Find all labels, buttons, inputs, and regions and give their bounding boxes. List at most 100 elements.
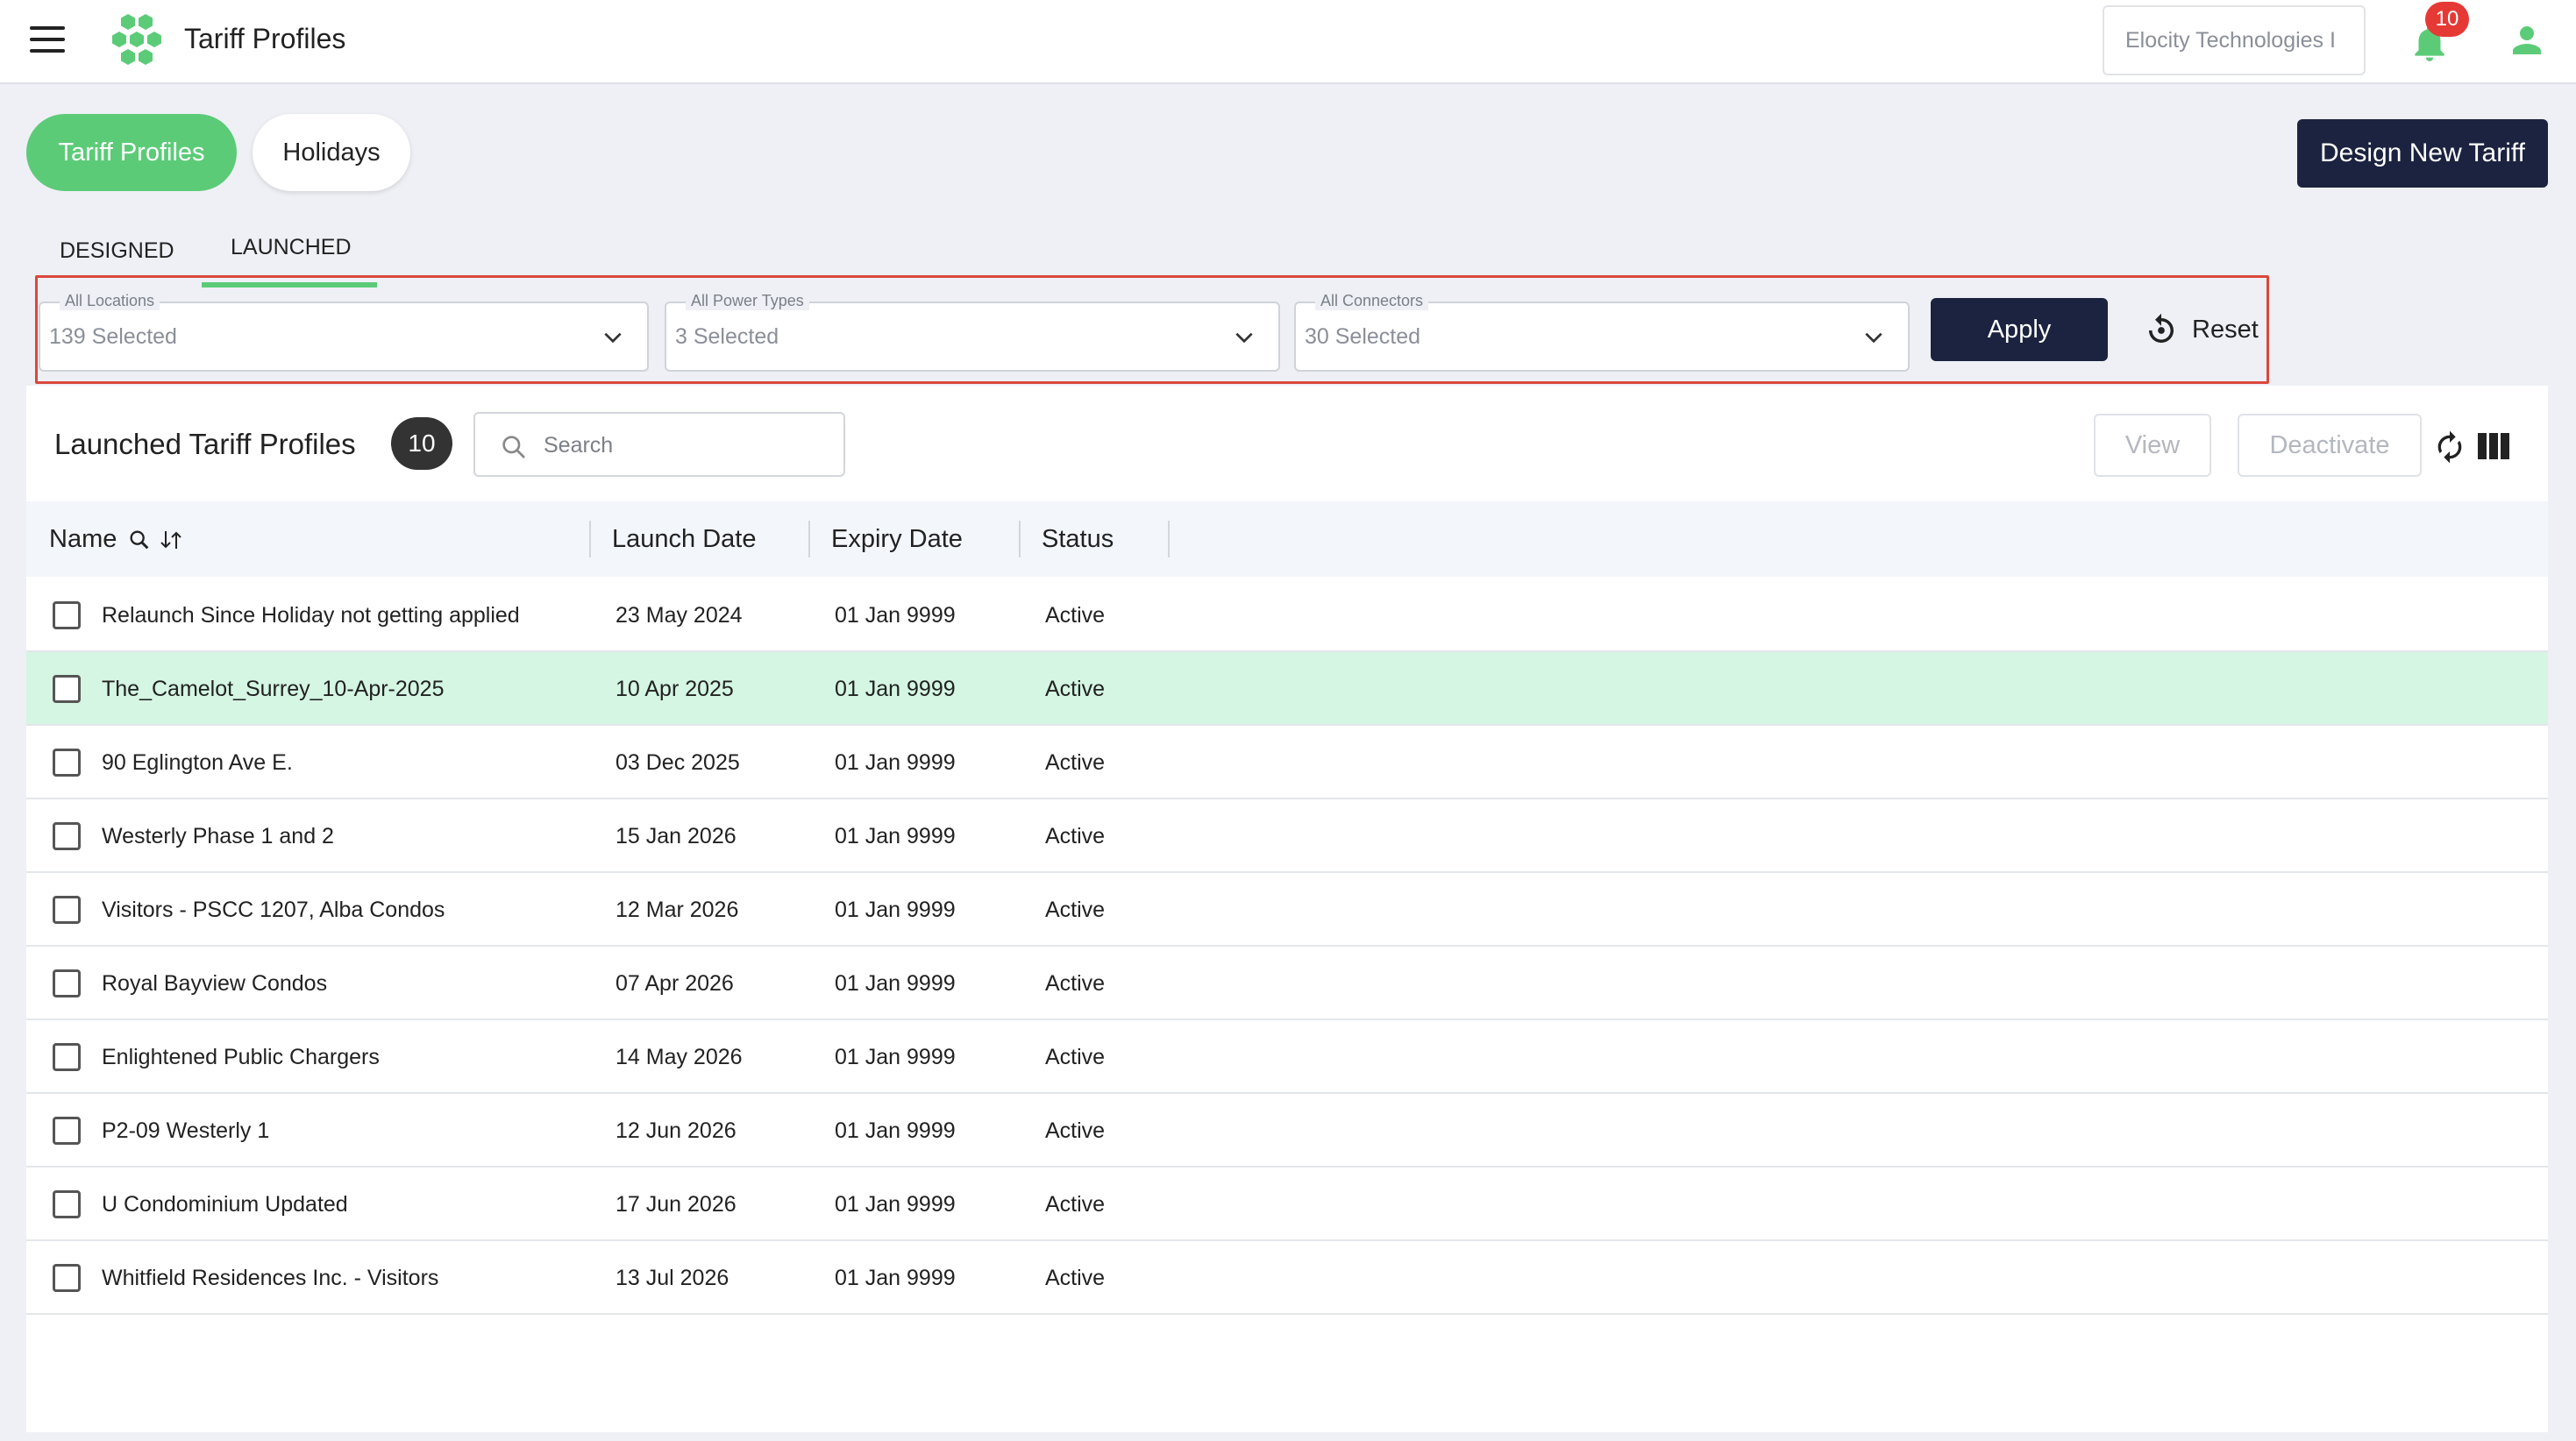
tab-holidays[interactable]: Holidays [253,114,410,191]
reset-label: Reset [2192,316,2259,344]
chevron-down-icon [1865,332,1882,344]
row-expiry-date: 01 Jan 9999 [835,1192,956,1217]
reset-icon [2149,313,2174,343]
row-expiry-date: 01 Jan 9999 [835,750,956,775]
row-launch-date: 03 Dec 2025 [616,750,740,775]
search-box[interactable] [473,412,845,477]
list-title: Launched Tariff Profiles [54,428,356,460]
row-checkbox[interactable] [53,749,81,777]
app-title: Tariff Profiles [184,23,346,54]
row-status: Active [1045,824,1106,848]
row-status: Active [1045,1045,1106,1069]
row-launch-date: 14 May 2026 [616,1045,743,1069]
count-badge: 10 [391,417,452,470]
table-row[interactable]: Visitors - PSCC 1207, Alba Condos 12 Mar… [26,873,2548,947]
row-launch-date: 12 Mar 2026 [616,898,739,922]
row-checkbox[interactable] [53,896,81,924]
locations-label: All Locations [60,292,160,310]
column-header-status[interactable]: Status [1042,501,1114,577]
chevron-down-icon [1235,332,1253,344]
row-name: 90 Eglington Ave E. [102,750,293,775]
row-checkbox[interactable] [53,1117,81,1145]
row-status: Active [1045,750,1106,775]
view-button[interactable]: View [2094,414,2211,477]
row-checkbox[interactable] [53,1264,81,1292]
table-row[interactable]: Whitfield Residences Inc. - Visitors 13 … [26,1241,2548,1315]
row-name: The_Camelot_Surrey_10-Apr-2025 [102,677,445,701]
connectors-select[interactable]: All Connectors 30 Selected [1294,292,1910,372]
row-name: Relaunch Since Holiday not getting appli… [102,603,520,628]
row-expiry-date: 01 Jan 9999 [835,1045,956,1069]
sort-icon[interactable] [159,528,185,552]
subtab-designed[interactable]: DESIGNED [60,238,174,264]
user-icon[interactable] [2506,19,2548,61]
column-divider [1019,521,1021,557]
table-row[interactable]: Royal Bayview Condos 07 Apr 2026 01 Jan … [26,947,2548,1020]
row-checkbox[interactable] [53,601,81,629]
row-status: Active [1045,898,1106,922]
search-icon [502,436,525,458]
connectors-label: All Connectors [1315,292,1429,310]
table-row[interactable]: The_Camelot_Surrey_10-Apr-2025 10 Apr 20… [26,652,2548,726]
table-row[interactable]: Enlightened Public Chargers 14 May 2026 … [26,1020,2548,1094]
row-checkbox[interactable] [53,1190,81,1218]
row-launch-date: 10 Apr 2025 [616,677,734,701]
row-status: Active [1045,1192,1106,1217]
row-launch-date: 23 May 2024 [616,603,743,628]
chevron-down-icon [604,332,622,344]
row-launch-date: 12 Jun 2026 [616,1118,737,1143]
table-row[interactable]: U Condominium Updated 17 Jun 2026 01 Jan… [26,1168,2548,1241]
row-status: Active [1045,677,1106,701]
top-bar: Tariff Profiles Elocity Technologies I 1… [0,0,2576,84]
row-checkbox[interactable] [53,822,81,850]
locations-value: 139 Selected [49,324,177,349]
subtab-launched[interactable]: LAUNCHED [231,235,352,260]
column-search-icon[interactable] [127,528,152,552]
row-expiry-date: 01 Jan 9999 [835,603,956,628]
menu-icon[interactable] [30,26,65,56]
row-name: Royal Bayview Condos [102,971,328,996]
search-input[interactable] [544,426,824,465]
table-row[interactable]: 90 Eglington Ave E. 03 Dec 2025 01 Jan 9… [26,726,2548,799]
row-name: Westerly Phase 1 and 2 [102,824,334,848]
deactivate-button[interactable]: Deactivate [2238,414,2422,477]
row-name: Whitfield Residences Inc. - Visitors [102,1266,439,1290]
power-types-value: 3 Selected [675,324,779,349]
column-header-expiry-date[interactable]: Expiry Date [831,501,963,577]
table-row[interactable]: P2-09 Westerly 1 12 Jun 2026 01 Jan 9999… [26,1094,2548,1168]
row-expiry-date: 01 Jan 9999 [835,677,956,701]
column-header-launch-date[interactable]: Launch Date [612,501,756,577]
refresh-icon[interactable] [2432,429,2467,465]
table-header: Name Launch Date Expiry Date Status [26,501,2548,577]
row-name: Visitors - PSCC 1207, Alba Condos [102,898,445,922]
row-name: U Condominium Updated [102,1192,348,1217]
row-status: Active [1045,603,1106,628]
column-name-label: Name [49,525,117,553]
organization-selector[interactable]: Elocity Technologies I [2103,5,2366,75]
row-checkbox[interactable] [53,675,81,703]
power-types-label: All Power Types [686,292,809,310]
row-launch-date: 13 Jul 2026 [616,1266,729,1290]
column-header-name[interactable]: Name [49,501,185,577]
column-divider [1168,521,1170,557]
row-launch-date: 17 Jun 2026 [616,1192,737,1217]
row-checkbox[interactable] [53,969,81,997]
row-name: Enlightened Public Chargers [102,1045,380,1069]
design-new-tariff-button[interactable]: Design New Tariff [2297,119,2548,188]
table-row[interactable]: Relaunch Since Holiday not getting appli… [26,579,2548,652]
locations-select[interactable]: All Locations 139 Selected [39,292,649,372]
apply-button[interactable]: Apply [1931,298,2108,361]
row-expiry-date: 01 Jan 9999 [835,1118,956,1143]
row-checkbox[interactable] [53,1043,81,1071]
power-types-select[interactable]: All Power Types 3 Selected [665,292,1280,372]
column-divider [808,521,810,557]
table-row[interactable]: Westerly Phase 1 and 2 15 Jan 2026 01 Ja… [26,799,2548,873]
columns-icon[interactable] [2478,433,2509,459]
tab-tariff-profiles[interactable]: Tariff Profiles [26,114,237,191]
launched-profiles-card: Launched Tariff Profiles 10 View Deactiv… [26,386,2548,1432]
row-launch-date: 07 Apr 2026 [616,971,734,996]
row-expiry-date: 01 Jan 9999 [835,1266,956,1290]
row-launch-date: 15 Jan 2026 [616,824,737,848]
row-status: Active [1045,971,1106,996]
row-expiry-date: 01 Jan 9999 [835,824,956,848]
